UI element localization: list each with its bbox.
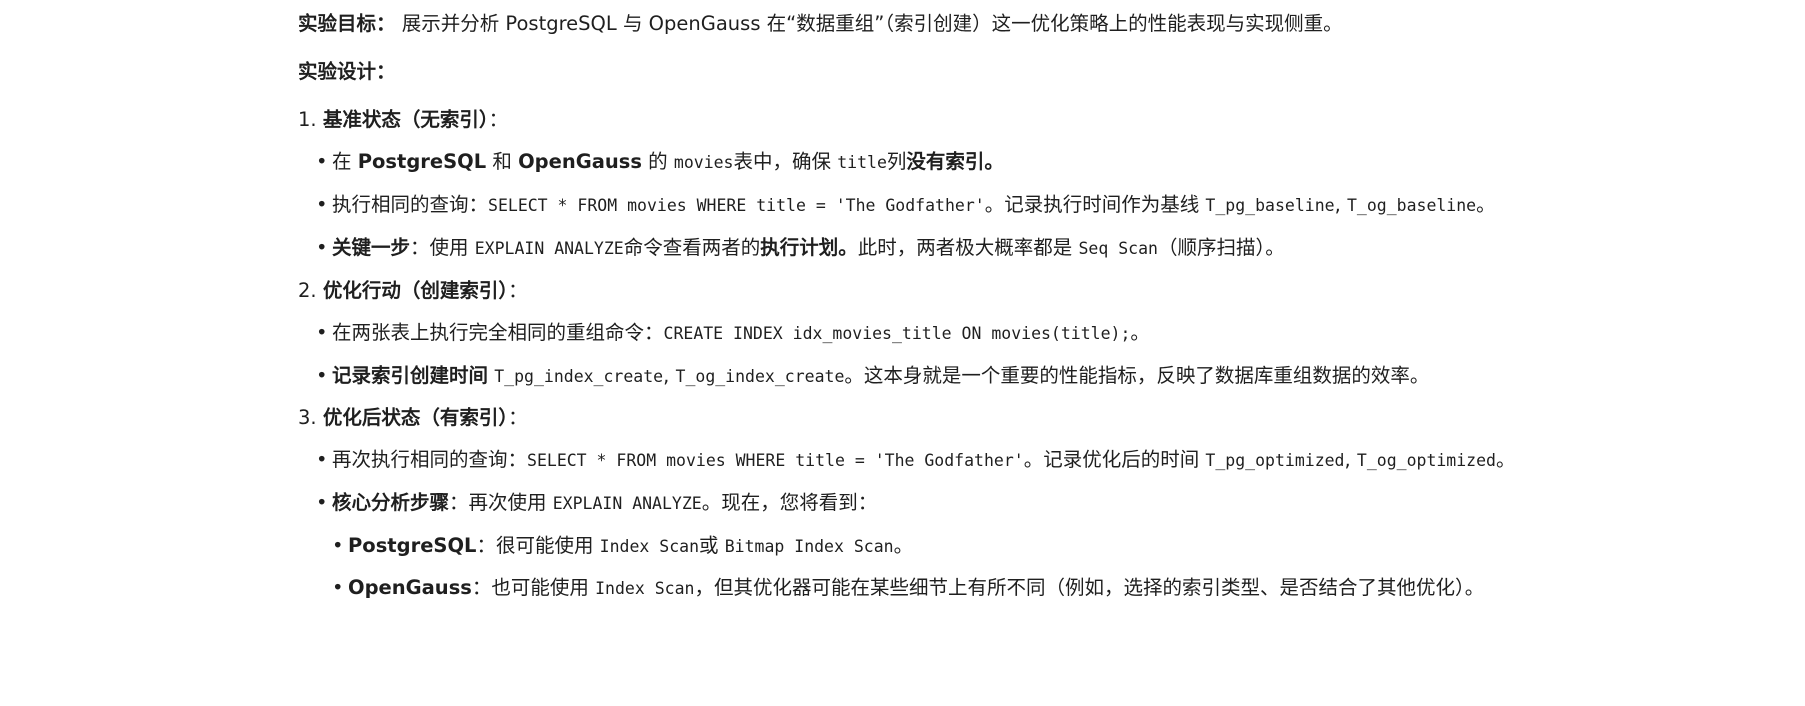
inline-code: Index Scan <box>599 537 700 556</box>
bold-text: OpenGauss <box>518 150 642 173</box>
step2-number: 2. <box>298 279 323 302</box>
step2-title: 优化行动（创建索引） <box>322 279 509 302</box>
bullet-dot: • <box>316 448 328 471</box>
text: ，但其优化器可能在某些细节上有所不同（例如，选择的索引类型、是否结合了其他优化）… <box>694 576 1485 599</box>
text: 在两张表上执行完全相同的重组命令： <box>332 321 664 344</box>
bullet-dot: • <box>316 491 328 514</box>
bold-text: 记录索引创建时间 <box>332 364 489 387</box>
document-body: 实验目标： 展示并分析 PostgreSQL 与 OpenGauss 在“数据重… <box>0 0 1805 706</box>
list-item: • 在 PostgreSQL 和 OpenGauss 的 movies表中，确保 … <box>316 148 1004 176</box>
list-item: • 记录索引创建时间 T_pg_index_create, T_og_index_… <box>316 362 1429 390</box>
text: 。记录执行时间作为基线 <box>984 193 1206 216</box>
step2-suffix: ： <box>508 279 528 302</box>
bold-text: OpenGauss <box>348 576 472 599</box>
inline-code: movies <box>673 153 734 172</box>
text: 在 <box>332 150 358 173</box>
bold-text: PostgreSQL <box>357 150 487 173</box>
text: 。现在，您将看到： <box>701 491 878 514</box>
bullet-dot: • <box>316 150 328 173</box>
text: 或 <box>699 534 725 557</box>
list-item: • OpenGauss：也可能使用 Index Scan，但其优化器可能在某些细节… <box>332 574 1484 602</box>
text: （顺序扫描）。 <box>1157 236 1285 259</box>
step3-heading: 3. 优化后状态（有索引）： <box>298 404 528 432</box>
step3-suffix: ： <box>508 406 528 429</box>
inline-code: EXPLAIN ANALYZE <box>474 239 624 258</box>
bold-text: 核心分析步骤 <box>332 491 450 514</box>
inline-code: T_pg_baseline <box>1205 196 1335 215</box>
bullet-dot: • <box>316 193 328 216</box>
step1-heading: 1. 基准状态（无索引）： <box>298 106 508 134</box>
inline-code: Seq Scan <box>1078 239 1158 258</box>
text: 。 <box>1476 193 1496 216</box>
bold-text: 关键一步 <box>332 236 411 259</box>
design-heading: 实验设计： <box>298 60 396 83</box>
text: 。 <box>893 534 914 557</box>
inline-code: SELECT * FROM movies WHERE title = 'The … <box>527 451 1024 470</box>
inline-code: SELECT * FROM movies WHERE title = 'The … <box>488 196 985 215</box>
inline-code: T_pg_optimized <box>1205 451 1345 470</box>
text: ：很可能使用 <box>476 534 600 557</box>
text: , <box>1334 193 1347 216</box>
objective-line: 实验目标： 展示并分析 PostgreSQL 与 OpenGauss 在“数据重… <box>298 10 1343 38</box>
step1-title: 基准状态（无索引） <box>322 108 489 131</box>
text: , <box>1344 448 1357 471</box>
text: 。 <box>1130 321 1150 344</box>
text: ：使用 <box>410 236 475 259</box>
text: ：也可能使用 <box>471 576 596 599</box>
objective-text: 展示并分析 PostgreSQL 与 OpenGauss 在“数据重组”（索引创… <box>395 12 1343 35</box>
text: 的 <box>641 150 674 173</box>
text: 此时，两者极大概率都是 <box>857 236 1079 259</box>
inline-code: T_og_index_create <box>675 367 845 386</box>
bold-text: 执行计划。 <box>760 236 858 259</box>
list-item: • 关键一步：使用 EXPLAIN ANALYZE命令查看两者的执行计划。此时，两… <box>316 234 1285 262</box>
text: 。 <box>1495 448 1516 471</box>
inline-code: Bitmap Index Scan <box>724 537 894 556</box>
bullet-dot: • <box>316 321 328 344</box>
inline-code: T_og_baseline <box>1346 196 1477 215</box>
step3-number: 3. <box>298 406 323 429</box>
text: 。记录优化后的时间 <box>1023 448 1206 471</box>
text: 。这本身就是一个重要的性能指标，反映了数据库重组数据的效率。 <box>844 364 1430 387</box>
step2-heading: 2. 优化行动（创建索引）： <box>298 277 528 305</box>
list-item: • 执行相同的查询：SELECT * FROM movies WHERE titl… <box>316 191 1496 219</box>
bullet-dot: • <box>332 576 344 599</box>
step3-title: 优化后状态（有索引） <box>322 406 509 429</box>
list-item: • 在两张表上执行完全相同的重组命令：CREATE INDEX idx_movie… <box>316 319 1150 347</box>
list-item: • 核心分析步骤：再次使用 EXPLAIN ANALYZE。现在，您将看到： <box>316 489 877 517</box>
bullet-dot: • <box>332 534 344 557</box>
inline-code: T_og_optimized <box>1356 451 1496 470</box>
step1-suffix: ： <box>488 108 509 131</box>
inline-code: T_pg_index_create <box>494 367 664 386</box>
text: 列 <box>886 150 907 173</box>
bullet-dot: • <box>316 364 328 387</box>
text: , <box>663 364 676 387</box>
text: 表中，确保 <box>733 150 838 173</box>
list-item: • PostgreSQL：很可能使用 Index Scan或 Bitmap Ind… <box>332 532 913 560</box>
step1-number: 1. <box>298 108 323 131</box>
inline-code: Index Scan <box>595 579 695 598</box>
inline-code: title <box>837 153 887 172</box>
bold-text: PostgreSQL <box>348 534 477 557</box>
list-item: • 再次执行相同的查询：SELECT * FROM movies WHERE ti… <box>316 446 1516 474</box>
bold-text: 没有索引。 <box>906 150 1004 173</box>
objective-label: 实验目标： <box>298 12 396 35</box>
bullet-dot: • <box>316 236 328 259</box>
text: 和 <box>486 150 519 173</box>
text: 再次执行相同的查询： <box>332 448 528 471</box>
text: 命令查看两者的 <box>623 236 761 259</box>
text: ：再次使用 <box>449 491 553 514</box>
text: 执行相同的查询： <box>332 193 489 216</box>
inline-code: CREATE INDEX idx_movies_title ON movies(… <box>663 324 1131 343</box>
inline-code: EXPLAIN ANALYZE <box>552 494 702 513</box>
